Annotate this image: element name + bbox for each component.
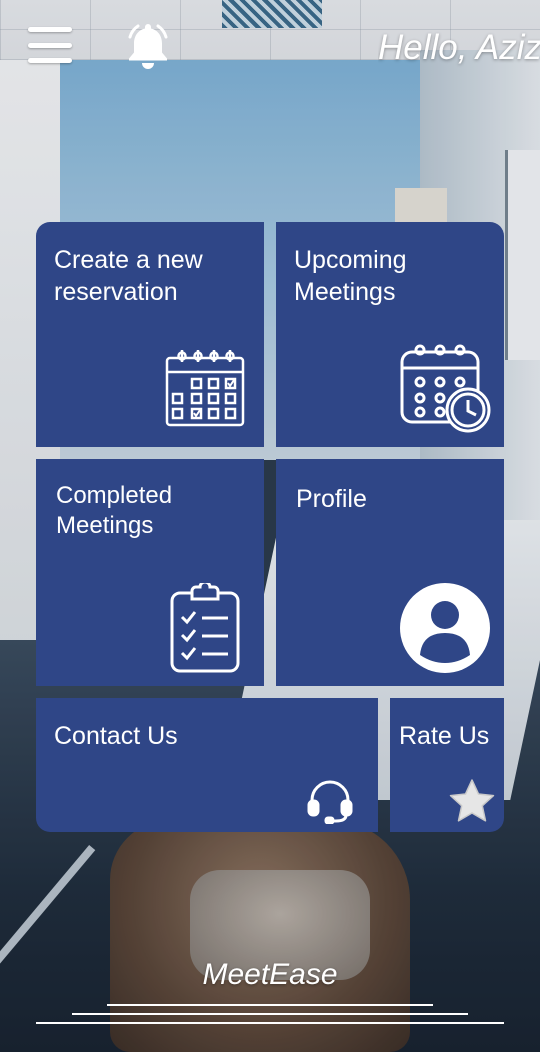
clipboard-checklist-icon	[168, 580, 242, 680]
greeting-text: Hello, Aziz	[378, 28, 540, 67]
footer-divider	[107, 1004, 433, 1006]
hamburger-menu-icon[interactable]	[28, 27, 72, 63]
create-reservation-tile[interactable]: Create a new reservation	[36, 222, 264, 447]
star-icon	[448, 778, 496, 829]
user-avatar-icon	[400, 583, 490, 678]
calendar-clock-icon	[398, 342, 492, 439]
brand-name: MeetEase	[202, 958, 338, 991]
contact-us-tile[interactable]: Contact Us	[36, 698, 378, 832]
tile-label: Profile	[296, 485, 367, 513]
tile-label: Completed Meetings	[56, 482, 173, 539]
upcoming-meetings-tile[interactable]: Upcoming Meetings	[276, 222, 504, 447]
tile-label: Upcoming Meetings	[294, 246, 407, 306]
tile-label: Contact Us	[54, 722, 178, 750]
headset-icon	[306, 778, 354, 829]
completed-meetings-tile[interactable]: Completed Meetings	[36, 459, 264, 686]
rate-us-tile[interactable]: Rate Us	[390, 698, 504, 832]
tile-label: Rate Us	[399, 722, 490, 750]
tile-label: Create a new reservation	[54, 246, 203, 306]
calendar-grid-icon	[164, 348, 246, 433]
footer-divider	[36, 1022, 504, 1024]
footer-divider	[72, 1013, 468, 1015]
profile-tile[interactable]: Profile	[276, 459, 504, 686]
bell-icon[interactable]	[124, 20, 172, 70]
